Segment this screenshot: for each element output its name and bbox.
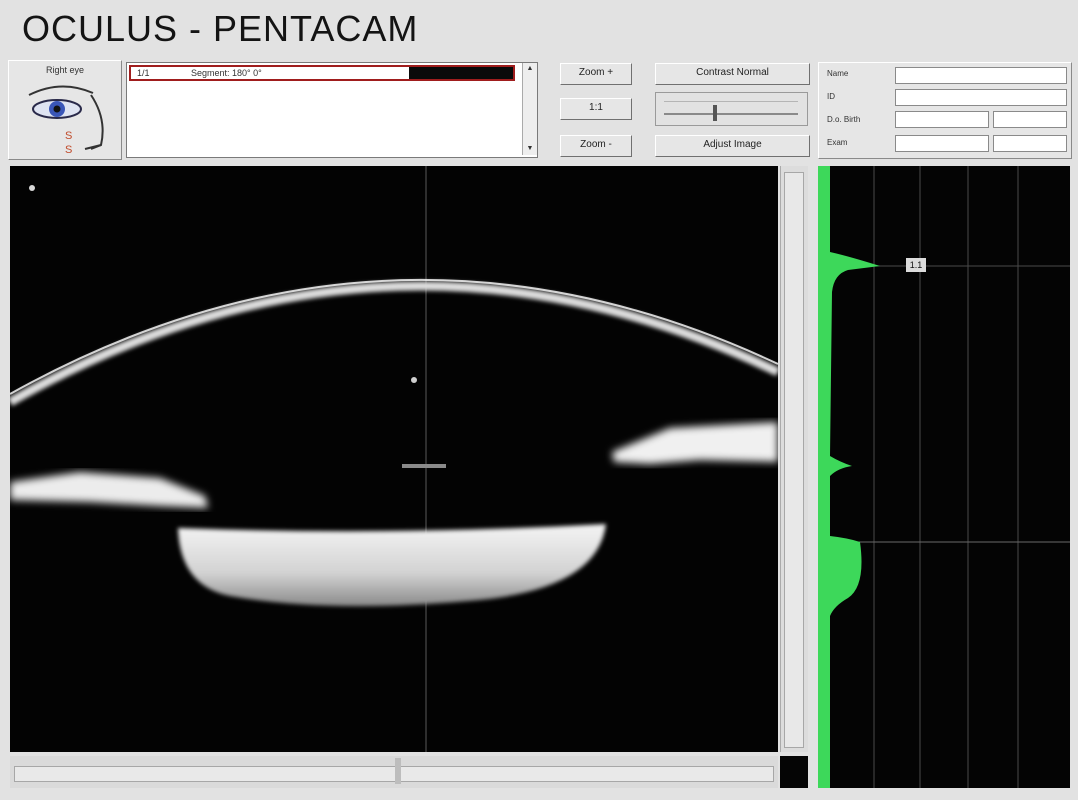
image-vertical-scrollbar[interactable] xyxy=(780,166,808,752)
slider-ticks xyxy=(664,101,798,102)
slider-track xyxy=(664,113,798,115)
app-title: OCULUS - PENTACAM xyxy=(22,8,419,49)
scan-list-item[interactable]: 1/1 Segment: 180° 0° xyxy=(129,65,515,81)
name-label: Name xyxy=(827,69,849,78)
scan-segment: Segment: 180° 0° xyxy=(191,68,262,78)
exam-time-field[interactable] xyxy=(993,135,1067,152)
scan-thumbnail xyxy=(409,67,513,79)
zoom-reset-button[interactable]: 1:1 xyxy=(560,98,632,120)
scheimpflug-image[interactable] xyxy=(10,166,778,752)
cornea-arc xyxy=(10,281,778,406)
contrast-button[interactable]: Contrast Normal xyxy=(655,63,810,85)
exam-date-field[interactable] xyxy=(895,135,989,152)
name-field[interactable] xyxy=(895,67,1067,84)
svg-text:S: S xyxy=(65,144,72,156)
zoom-out-button[interactable]: Zoom - xyxy=(560,135,632,157)
scan-index: 1/1 xyxy=(137,68,150,78)
adjust-image-button[interactable]: Adjust Image xyxy=(655,135,810,157)
eye-selector[interactable]: Right eye S S xyxy=(8,60,122,160)
scroll-up-icon[interactable]: ▲ xyxy=(523,63,537,75)
eye-label: Right eye xyxy=(45,65,85,75)
slider-thumb[interactable] xyxy=(713,105,718,121)
horizontal-scroll-track[interactable] xyxy=(14,766,774,782)
vertical-scroll-thumb[interactable] xyxy=(784,172,804,748)
dob-field-2[interactable] xyxy=(993,111,1067,128)
exam-label: Exam xyxy=(827,138,848,147)
dob-label: D.o. Birth xyxy=(827,115,861,124)
id-field[interactable] xyxy=(895,89,1067,106)
contrast-slider[interactable] xyxy=(655,92,808,126)
scan-list-scrollbar[interactable]: ▲ ▼ xyxy=(522,63,537,155)
lens-shape xyxy=(178,524,606,607)
id-label: ID xyxy=(827,92,835,101)
scroll-corner xyxy=(780,756,808,788)
image-horizontal-scrollbar[interactable] xyxy=(10,756,778,788)
scan-list[interactable]: 1/1 Segment: 180° 0° ▲ ▼ xyxy=(126,62,538,158)
eye-icon: S S xyxy=(28,85,104,156)
horizontal-scroll-thumb[interactable] xyxy=(395,758,401,784)
dob-field[interactable] xyxy=(895,111,989,128)
zoom-in-button[interactable]: Zoom + xyxy=(560,63,632,85)
densitometry-graph: 1.1 xyxy=(818,166,1070,788)
svg-text:S: S xyxy=(65,130,72,142)
densitometry-marker: 1.1 xyxy=(906,258,926,272)
scroll-down-icon[interactable]: ▼ xyxy=(523,143,537,155)
densitometry-curve xyxy=(818,166,880,788)
patient-info-panel: Name ID D.o. Birth Exam xyxy=(818,62,1072,159)
